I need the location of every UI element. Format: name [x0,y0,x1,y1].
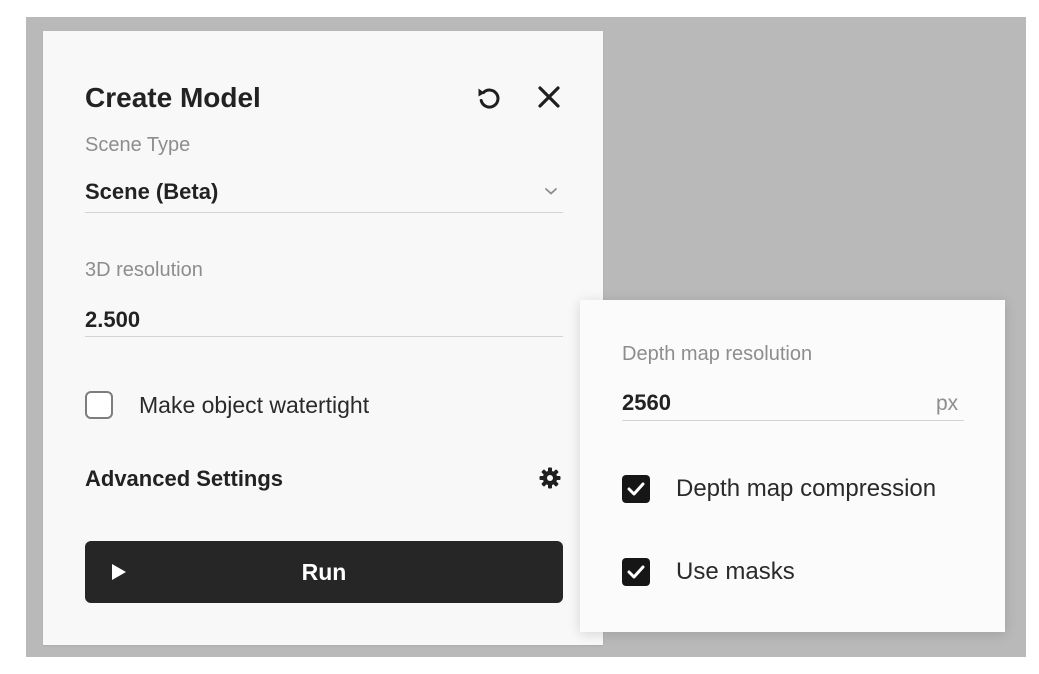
depth-map-resolution-unit: px [936,392,959,415]
watertight-checkbox-row[interactable]: Make object watertight [85,391,369,419]
check-icon [627,482,645,496]
advanced-settings-button[interactable] [533,461,567,495]
resolution-underline [85,336,563,337]
use-masks-label: Use masks [676,558,795,585]
use-masks-row[interactable]: Use masks [622,558,795,586]
dialog-title: Create Model [85,82,261,113]
watertight-label: Make object watertight [139,391,370,418]
depth-map-resolution-input[interactable]: 2560 [622,390,671,416]
scene-type-underline [85,212,563,213]
resolution-input[interactable]: 2.500 [85,307,140,333]
depth-map-resolution-label: Depth map resolution [622,343,813,365]
reset-icon [478,88,500,109]
resolution-label: 3D resolution [85,259,203,281]
advanced-settings-label: Advanced Settings [85,466,284,491]
close-button[interactable] [531,79,567,115]
reset-button[interactable] [471,79,507,115]
run-button[interactable]: Run [85,541,563,603]
depth-map-compression-checkbox[interactable] [622,475,650,503]
gear-icon [539,467,561,489]
run-button-label: Run [301,558,347,585]
depth-map-compression-row[interactable]: Depth map compression [622,475,936,503]
scene-type-select[interactable]: Scene (Beta) [85,175,563,213]
advanced-settings-popover: Depth map resolution 2560 px Depth map c… [580,300,1005,632]
chevron-down-icon [545,188,557,195]
check-icon [627,565,645,579]
depth-map-resolution-underline [622,420,964,421]
scene-type-value: Scene (Beta) [85,179,219,204]
play-icon [112,564,126,580]
use-masks-checkbox[interactable] [622,558,650,586]
watertight-checkbox[interactable] [85,391,113,419]
depth-map-compression-label: Depth map compression [676,475,937,502]
close-icon [538,86,560,108]
scene-type-label: Scene Type [85,134,191,156]
create-model-dialog: Create Model Scene Type Scene (Beta) 3D … [43,31,603,645]
